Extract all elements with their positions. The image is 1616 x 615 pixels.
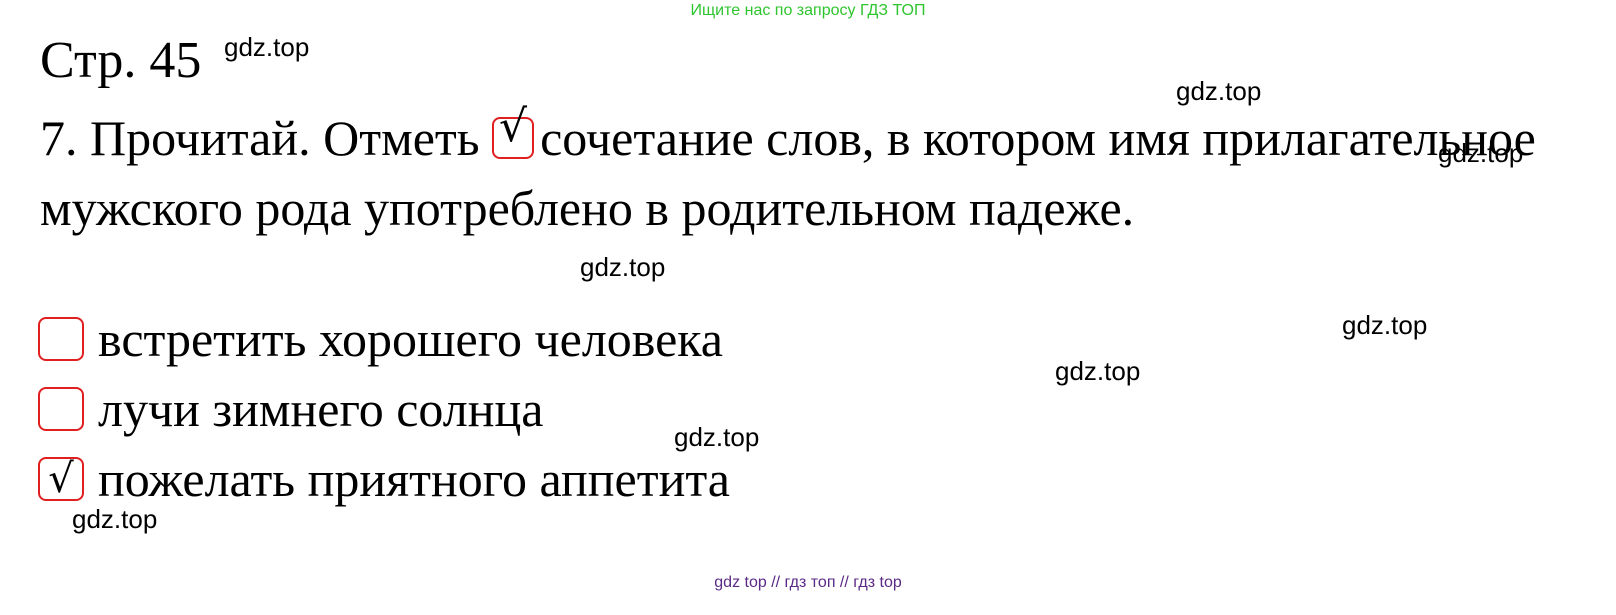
answer-option: встретить хорошего человека — [38, 304, 730, 374]
answer-options: встретить хорошего человека лучи зимнего… — [38, 304, 730, 514]
watermark: gdz.top — [1055, 356, 1141, 386]
watermark: gdz.top — [674, 422, 760, 452]
option-label: лучи зимнего солнца — [98, 381, 544, 437]
top-banner: Ищите нас по запросу ГДЗ ТОП — [690, 2, 926, 19]
option-label: пожелать приятного аппетита — [98, 451, 730, 507]
watermark: gdz.top — [1342, 310, 1428, 340]
sample-check-box: √ — [492, 101, 535, 159]
watermark: gdz.top — [1176, 76, 1262, 106]
check-mark-icon: √ — [499, 101, 528, 152]
option-checkbox[interactable]: √ — [38, 456, 84, 502]
option-checkbox[interactable] — [38, 317, 84, 361]
page-reference: Стр. 45 — [40, 32, 202, 89]
check-mark-icon: √ — [48, 456, 74, 502]
option-checkbox[interactable] — [38, 387, 84, 431]
option-label: встретить хорошего человека — [98, 311, 723, 367]
task-text-part-1: 7. Прочитай. Отметь — [40, 110, 480, 166]
watermark: gdz.top — [580, 252, 666, 282]
watermark: gdz.top — [224, 32, 310, 62]
footer: gdz top // гдз топ // гдз top — [714, 574, 902, 591]
watermark: gdz.top — [1438, 138, 1524, 168]
watermark: gdz.top — [72, 504, 158, 534]
task-statement: 7. Прочитай. Отметь √ сочетание слов, в к… — [40, 101, 1560, 243]
answer-option: лучи зимнего солнца — [38, 374, 730, 444]
